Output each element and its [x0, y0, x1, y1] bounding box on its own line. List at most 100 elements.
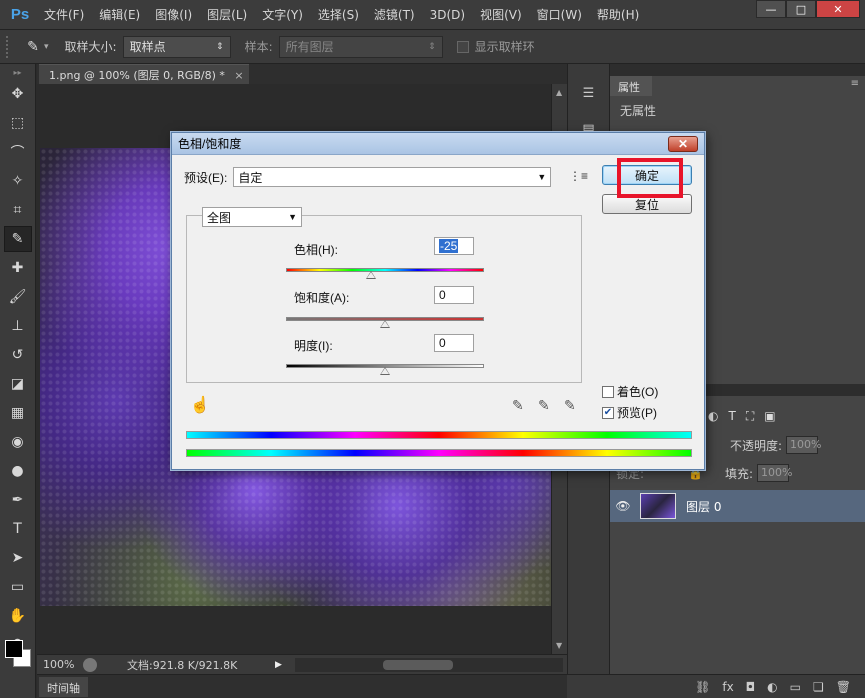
menu-3d[interactable]: 3D(D) [430, 8, 465, 22]
gradient-tool-icon[interactable]: ▦ [4, 400, 32, 426]
range-select[interactable]: 全图 ▼ [202, 207, 302, 227]
layer-thumbnail[interactable] [640, 493, 676, 519]
document-tab-title: 1.png @ 100% (图层 0, RGB/8) * [49, 69, 225, 82]
clone-stamp-tool-icon[interactable]: ⊥ [4, 313, 32, 339]
sample-select[interactable]: 所有图层 ⇕ [278, 35, 443, 58]
healing-brush-tool-icon[interactable]: ✚ [4, 255, 32, 281]
eyedropper-plus-icon[interactable]: ✎ [538, 397, 550, 414]
timeline-tab[interactable]: 时间轴 [39, 677, 88, 697]
close-tab-icon[interactable]: × [234, 69, 243, 82]
path-select-tool-icon[interactable]: ➤ [4, 545, 32, 571]
no-properties-text: 无属性 [620, 104, 657, 118]
layer-name[interactable]: 图层 0 [686, 498, 721, 515]
preset-select[interactable]: 自定 ▼ [233, 167, 552, 187]
move-tool-icon[interactable]: ✥ [4, 81, 32, 107]
menu-filter[interactable]: 滤镜(T) [374, 6, 415, 23]
fill-label: 填充: [725, 466, 754, 481]
lightness-slider-thumb[interactable] [380, 367, 390, 375]
eyedropper-icon[interactable]: ✎ [22, 37, 44, 57]
dodge-tool-icon[interactable]: ● [4, 458, 32, 484]
scroll-down-icon[interactable]: ▼ [556, 641, 562, 650]
new-group-icon[interactable]: ▭ [790, 680, 801, 694]
hand-tool-icon[interactable]: ✋ [4, 603, 32, 629]
sample-size-value: 取样点 [129, 40, 166, 54]
menu-help[interactable]: 帮助(H) [597, 6, 639, 23]
close-window-button[interactable]: ✕ [816, 0, 860, 18]
preset-row: 预设(E): 自定 ▼ [184, 167, 552, 187]
new-layer-icon[interactable]: ❏ [813, 680, 824, 694]
hue-input[interactable]: -25 [434, 237, 474, 255]
eyedropper-tool-icon[interactable]: ✎ [3, 226, 32, 252]
shape-filter-icon[interactable]: ⛶ [746, 409, 754, 424]
maximize-button[interactable]: □ [786, 0, 816, 18]
document-tab[interactable]: 1.png @ 100% (图层 0, RGB/8) * × [39, 64, 249, 84]
opacity-input[interactable]: 100% [786, 436, 822, 454]
hue-slider-track[interactable] [286, 268, 484, 272]
minimize-button[interactable]: — [756, 0, 786, 18]
horizontal-scrollbar[interactable] [295, 657, 563, 672]
type-tool-icon[interactable]: T [4, 516, 32, 542]
menu-window[interactable]: 窗口(W) [537, 6, 582, 23]
pen-tool-icon[interactable]: ✒ [4, 487, 32, 513]
show-ring-checkbox[interactable] [456, 40, 469, 53]
opacity-label: 不透明度: [730, 438, 783, 453]
fill-input[interactable]: 100% [757, 464, 793, 482]
lightness-input[interactable]: 0 [434, 334, 474, 352]
properties-tab[interactable]: 属性 [610, 76, 652, 96]
menu-file[interactable]: 文件(F) [44, 6, 84, 23]
lasso-tool-icon[interactable]: ⌒ [4, 139, 32, 165]
layer-row[interactable]: 👁 图层 0 [610, 490, 865, 522]
foreground-color-swatch[interactable] [5, 640, 23, 658]
fx-icon[interactable]: fx [722, 680, 733, 694]
zoom-level[interactable]: 100% [37, 658, 83, 671]
blur-tool-icon[interactable]: ◉ [4, 429, 32, 455]
menu-type[interactable]: 文字(Y) [262, 6, 303, 23]
saturation-slider-thumb[interactable] [380, 320, 390, 328]
preview-checkbox[interactable]: ✔ [602, 406, 614, 419]
brush-tool-icon[interactable]: 🖌 [4, 284, 32, 310]
menu-image[interactable]: 图像(I) [155, 6, 192, 23]
history-panel-icon[interactable]: ☰ [577, 82, 601, 104]
menu-layer[interactable]: 图层(L) [207, 6, 247, 23]
colorize-checkbox[interactable] [602, 385, 614, 398]
crop-tool-icon[interactable]: ⌗ [4, 197, 32, 223]
link-layers-icon[interactable]: ⛓ [695, 680, 710, 694]
menu-edit[interactable]: 编辑(E) [99, 6, 140, 23]
horizontal-scroll-thumb[interactable] [383, 659, 453, 670]
hue-slider-thumb[interactable] [366, 271, 377, 279]
sample-size-select[interactable]: 取样点 ⇕ [122, 35, 231, 58]
menu-select[interactable]: 选择(S) [318, 6, 359, 23]
eyedropper-minus-icon[interactable]: ✎ [564, 397, 576, 414]
targeted-adjustment-hand-icon[interactable]: ☝ [190, 395, 210, 415]
status-menu-arrow-icon[interactable]: ▶ [275, 660, 287, 670]
shape-tool-icon[interactable]: ▭ [4, 574, 32, 600]
photoshop-logo: Ps [10, 6, 30, 23]
tool-preset-arrow-icon[interactable]: ▾ [44, 42, 49, 52]
options-bar: ✎ ▾ 取样大小: 取样点 ⇕ 样本: 所有图层 ⇕ 显示取样环 [0, 30, 865, 64]
ok-button-highlight [617, 158, 683, 198]
adjustment-filter-icon[interactable]: ◐ [708, 409, 718, 423]
panel-menu-icon[interactable]: ≡ [851, 78, 859, 89]
add-mask-icon[interactable]: ◘ [746, 680, 756, 694]
menu-view[interactable]: 视图(V) [480, 6, 522, 23]
eyedropper-icon[interactable]: ✎ [512, 397, 524, 414]
sample-size-label: 取样大小: [64, 40, 117, 54]
type-filter-icon[interactable]: T [728, 409, 735, 423]
dialog-close-button[interactable]: ✕ [668, 136, 698, 152]
dialog-title-bar[interactable]: 色相/饱和度 [172, 133, 704, 155]
options-grip[interactable] [6, 35, 12, 58]
eraser-tool-icon[interactable]: ◪ [4, 371, 32, 397]
history-brush-tool-icon[interactable]: ↺ [4, 342, 32, 368]
preset-options-icon[interactable]: ⋮≡ [569, 169, 588, 183]
new-adjustment-icon[interactable]: ◐ [767, 680, 777, 694]
quick-select-tool-icon[interactable]: ✧ [4, 168, 32, 194]
saturation-input[interactable]: 0 [434, 286, 474, 304]
share-icon[interactable] [83, 657, 97, 672]
toolbar-collapse-icon[interactable]: ▸▸ [4, 66, 32, 78]
marquee-tool-icon[interactable]: ⬚ [4, 110, 32, 136]
smart-object-filter-icon[interactable]: ▣ [764, 409, 775, 423]
scroll-up-icon[interactable]: ▲ [556, 88, 562, 97]
chevron-down-icon: ▼ [537, 172, 547, 182]
visibility-eye-icon[interactable]: 👁 [610, 499, 636, 513]
delete-layer-icon[interactable]: 🗑 [836, 680, 851, 694]
